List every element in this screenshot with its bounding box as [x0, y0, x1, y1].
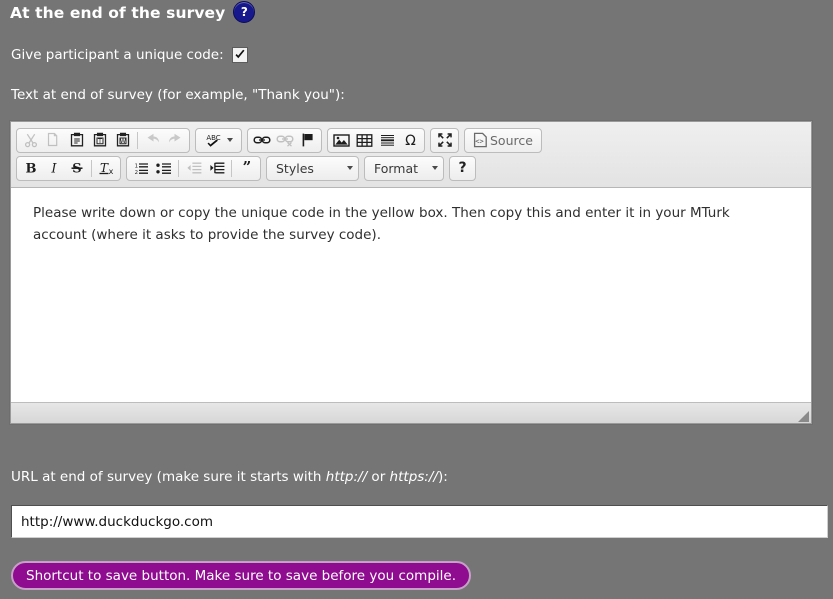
svg-text:1: 1: [134, 163, 137, 169]
url-label-https: https://: [389, 469, 438, 485]
editor-section-label: Text at end of survey (for example, "Tha…: [11, 87, 345, 103]
toolbar-group-insert: Ω: [327, 127, 425, 153]
redo-icon[interactable]: [164, 130, 187, 151]
toolbar-row-2: B I S T: [14, 154, 808, 182]
unique-code-checkbox[interactable]: [231, 47, 248, 63]
image-icon[interactable]: [330, 130, 353, 151]
svg-text:<>: <>: [475, 138, 483, 146]
paste-word-icon[interactable]: W: [111, 130, 134, 151]
toolbar-group-spellcheck: ABC: [195, 127, 242, 153]
resize-handle-icon[interactable]: [798, 411, 809, 422]
horizontal-rule-icon[interactable]: [376, 130, 399, 151]
url-label-or: or: [367, 469, 390, 485]
rich-text-editor: T W ABC Ω <> Source B I T x 1 2 ” Styles…: [10, 121, 812, 424]
undo-icon[interactable]: [141, 130, 164, 151]
url-input[interactable]: [11, 505, 828, 538]
toolbar-separator: [231, 159, 232, 177]
copy-icon[interactable]: [42, 130, 65, 151]
editor-content-area[interactable]: Please write down or copy the unique cod…: [11, 188, 811, 402]
toolbar-group-links: [247, 127, 322, 153]
table-icon[interactable]: [353, 130, 376, 151]
spellcheck-icon[interactable]: ABC: [198, 130, 239, 151]
svg-text:ABC: ABC: [206, 134, 220, 142]
editor-paragraph: Please write down or copy the unique cod…: [33, 205, 730, 243]
source-button[interactable]: <> Source: [467, 130, 539, 151]
increase-indent-icon[interactable]: [205, 158, 228, 179]
cut-icon[interactable]: [19, 130, 42, 151]
checkmark-icon: [235, 49, 245, 59]
styles-dropdown[interactable]: Styles: [266, 155, 359, 181]
svg-text:W: W: [120, 138, 126, 145]
toolbar-group-clipboard: T W: [16, 127, 190, 153]
anchor-flag-icon[interactable]: [296, 130, 319, 151]
paste-icon[interactable]: [65, 130, 88, 151]
format-label: Format: [374, 160, 419, 176]
bulleted-list-icon[interactable]: [152, 158, 175, 179]
toolbar-group-maximize: [430, 127, 459, 153]
svg-text:”: ”: [242, 160, 251, 176]
editor-footer: [11, 402, 811, 423]
bold-icon[interactable]: B: [19, 158, 42, 179]
page-header: At the end of the survey ?: [10, 1, 256, 23]
svg-text:x: x: [109, 167, 114, 176]
maximize-icon[interactable]: [433, 130, 456, 151]
toolbar-group-source: <> Source: [464, 127, 542, 153]
svg-text:Ω: Ω: [405, 133, 416, 148]
strikethrough-icon[interactable]: S: [65, 158, 88, 179]
about-editor-button[interactable]: ?: [449, 155, 476, 181]
help-icon[interactable]: ?: [233, 1, 256, 23]
toolbar-separator: [91, 159, 92, 177]
remove-format-icon[interactable]: T x: [95, 158, 118, 179]
styles-label: Styles: [276, 160, 314, 176]
toolbar-group-basicstyles: B I S T: [16, 155, 121, 181]
svg-text:T: T: [97, 137, 102, 145]
paste-text-icon[interactable]: T: [88, 130, 111, 151]
url-label-part1: URL at end of survey (make sure it start…: [11, 469, 326, 485]
toolbar-row-1: T W ABC Ω <> Source: [14, 126, 808, 154]
source-label: Source: [490, 132, 533, 148]
editor-toolbar: T W ABC Ω <> Source B I T x 1 2 ” Styles…: [11, 122, 811, 188]
chevron-down-icon: [347, 166, 353, 170]
chevron-down-icon: [227, 138, 233, 142]
toolbar-separator: [137, 131, 138, 149]
format-dropdown[interactable]: Format: [364, 155, 444, 181]
toolbar-separator: [178, 159, 179, 177]
url-section-label: URL at end of survey (make sure it start…: [11, 469, 448, 485]
italic-icon[interactable]: I: [42, 158, 65, 179]
svg-text:2: 2: [134, 170, 137, 176]
url-label-http: http://: [325, 469, 368, 485]
svg-text:I: I: [50, 162, 57, 177]
unique-code-row: Give participant a unique code:: [11, 47, 248, 63]
unlink-icon[interactable]: [273, 130, 296, 151]
url-label-part2: ):: [437, 469, 448, 485]
special-char-icon[interactable]: Ω: [399, 130, 422, 151]
link-icon[interactable]: [250, 130, 273, 151]
page-title: At the end of the survey: [10, 3, 226, 22]
toolbar-group-paragraph: 1 2 ”: [126, 155, 261, 181]
chevron-down-icon: [432, 166, 438, 170]
svg-text:B: B: [25, 162, 36, 177]
save-shortcut-button[interactable]: Shortcut to save button. Make sure to sa…: [11, 561, 472, 590]
blockquote-icon[interactable]: ”: [235, 158, 258, 179]
decrease-indent-icon[interactable]: [182, 158, 205, 179]
numbered-list-icon[interactable]: 1 2: [129, 158, 152, 179]
unique-code-label: Give participant a unique code:: [11, 47, 224, 63]
